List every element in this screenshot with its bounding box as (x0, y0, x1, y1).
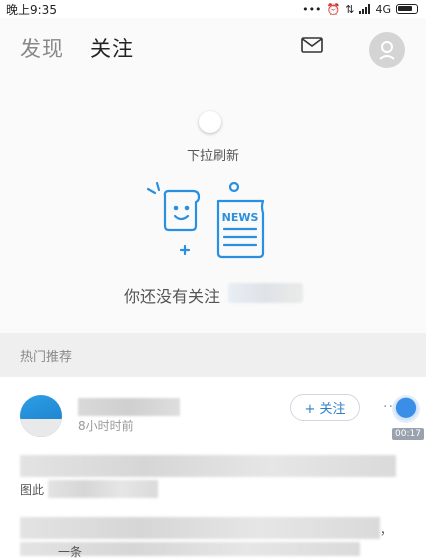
data-transfer-icon: ⇅ (345, 2, 355, 16)
refresh-spinner (199, 111, 221, 133)
author-name-blurred[interactable] (78, 398, 180, 416)
text-fragment: 一条 (58, 545, 83, 559)
empty-illustration: NEWS (146, 181, 265, 259)
status-icons: ••• ⏰ ⇅ 4G (302, 3, 418, 16)
battery-icon (396, 4, 418, 14)
alarm-icon: ⏰ (326, 2, 341, 16)
section-title: 热门推荐 (20, 350, 73, 365)
mail-icon[interactable] (301, 37, 323, 53)
text-fragment: ， (380, 523, 393, 537)
more-dots-icon: ••• (302, 2, 322, 16)
user-icon (379, 41, 395, 60)
blurred-text (228, 283, 303, 303)
author-avatar[interactable] (20, 395, 62, 437)
network-type: 4G (375, 2, 391, 16)
user-avatar[interactable] (369, 32, 405, 68)
empty-state: 下拉刷新 NEWS 你还没有关注 (0, 78, 426, 333)
empty-message: 你还没有关注 (124, 287, 221, 306)
tab-following[interactable]: 关注 (90, 33, 134, 63)
blurred-content-line (48, 480, 158, 498)
blurred-content-line (20, 517, 380, 539)
status-bar: 晚上9:35 ••• ⏰ ⇅ 4G (0, 0, 426, 18)
follow-button[interactable]: + 关注 (290, 394, 360, 421)
feed-item[interactable]: 8小时时前 + 关注 ··· 00:17 图此 ， 一条 (0, 377, 426, 559)
text-fragment: 图此 (20, 483, 45, 497)
video-duration: 00:17 (392, 428, 424, 440)
floating-play-ball[interactable] (394, 397, 418, 421)
top-header: 发现 关注 (0, 18, 426, 78)
status-time: 晚上9:35 (6, 2, 57, 17)
pull-refresh-text: 下拉刷新 (186, 149, 239, 164)
blurred-content-line (20, 455, 396, 477)
tab-discover[interactable]: 发现 (20, 33, 64, 63)
news-label: NEWS (222, 211, 259, 224)
signal-icon (359, 4, 371, 14)
hot-recommend-section: 热门推荐 (0, 333, 426, 377)
post-time: 8小时时前 (78, 419, 134, 433)
